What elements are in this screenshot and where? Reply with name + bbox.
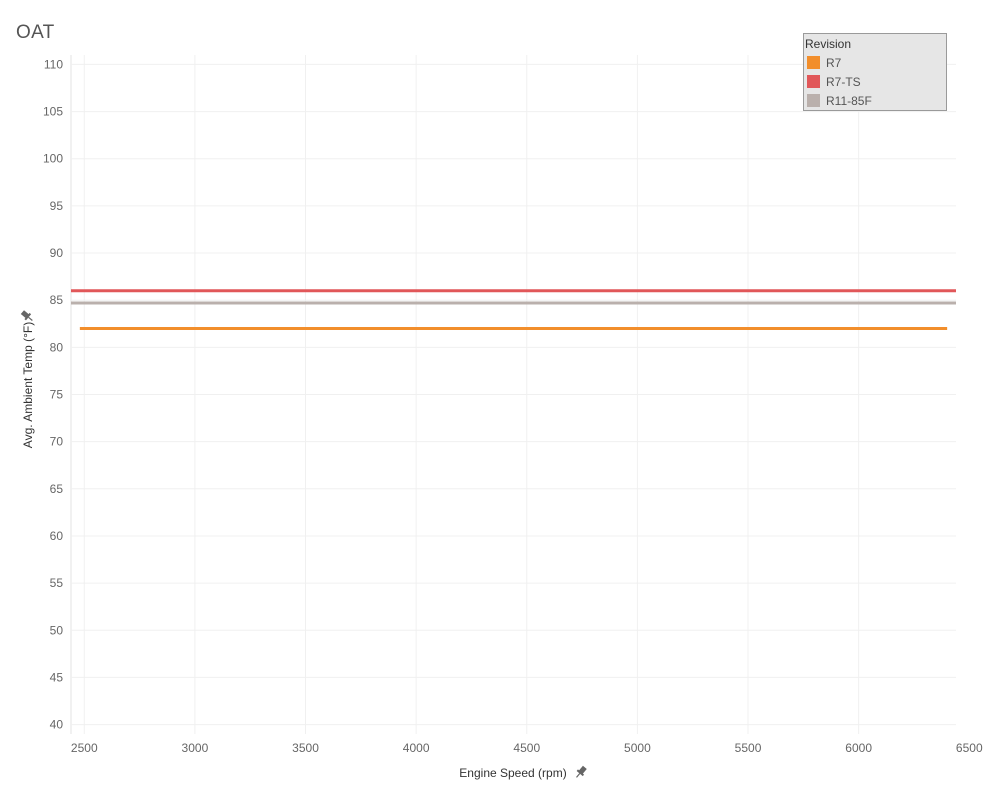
x-tick-label: 4000 xyxy=(403,741,430,755)
y-tick-label: 110 xyxy=(44,57,63,71)
y-tick-label: 70 xyxy=(50,435,64,449)
legend-item-r11-85f[interactable]: R11-85F xyxy=(807,91,946,110)
legend-title: Revision xyxy=(805,37,852,51)
y-tick-label: 100 xyxy=(43,152,63,166)
y-tick-label: 60 xyxy=(50,529,64,543)
x-tick-label: 4500 xyxy=(513,741,540,755)
legend-swatch xyxy=(807,56,820,69)
y-tick-label: 55 xyxy=(50,576,64,590)
y-tick-label: 75 xyxy=(50,388,64,402)
y-tick-labels: 40 45 50 55 60 65 70 75 80 85 90 95 100 105 110 xyxy=(43,57,63,731)
legend-swatch xyxy=(807,75,820,88)
y-tick-label: 95 xyxy=(50,199,64,213)
y-tick-label: 90 xyxy=(50,246,64,260)
x-tick-label: 5500 xyxy=(735,741,762,755)
legend-item-r7-ts[interactable]: R7-TS xyxy=(807,72,946,91)
y-tick-label: 85 xyxy=(50,293,64,307)
y-tick-label: 65 xyxy=(50,482,64,496)
x-tick-labels: 2500 3000 3500 4000 4500 5000 5500 6000 6500 xyxy=(71,741,983,755)
legend-swatch xyxy=(807,94,820,107)
x-tick-label: 6500 xyxy=(956,741,983,755)
y-axis-label: Avg. Ambient Temp (°F) xyxy=(21,322,35,448)
y-axis-pin-icon[interactable] xyxy=(20,309,35,323)
x-tick-label: 3000 xyxy=(182,741,209,755)
chart-svg: 40 45 50 55 60 65 70 75 80 85 90 95 100 105 110 2500 30… xyxy=(20,55,983,780)
x-tick-label: 5000 xyxy=(624,741,651,755)
x-axis-label: Engine Speed (rpm) xyxy=(459,766,566,780)
x-axis-pin-icon[interactable] xyxy=(573,765,587,780)
x-tick-label: 2500 xyxy=(71,741,98,755)
series-lines xyxy=(71,289,956,330)
y-tick-label: 40 xyxy=(50,718,64,732)
y-tick-label: 50 xyxy=(50,623,64,637)
x-tick-label: 3500 xyxy=(292,741,319,755)
x-tick-label: 6000 xyxy=(845,741,872,755)
y-tick-label: 45 xyxy=(50,670,64,684)
grid-lines xyxy=(70,55,956,734)
y-tick-label: 80 xyxy=(50,340,64,354)
legend-label: R7 xyxy=(826,55,842,70)
legend-label: R11-85F xyxy=(826,93,872,108)
legend[interactable]: Revision R7 R7-TS R11-85F xyxy=(803,33,947,111)
legend-label: R7-TS xyxy=(826,74,861,89)
y-tick-label: 105 xyxy=(43,105,63,119)
legend-item-r7[interactable]: R7 xyxy=(807,53,946,72)
